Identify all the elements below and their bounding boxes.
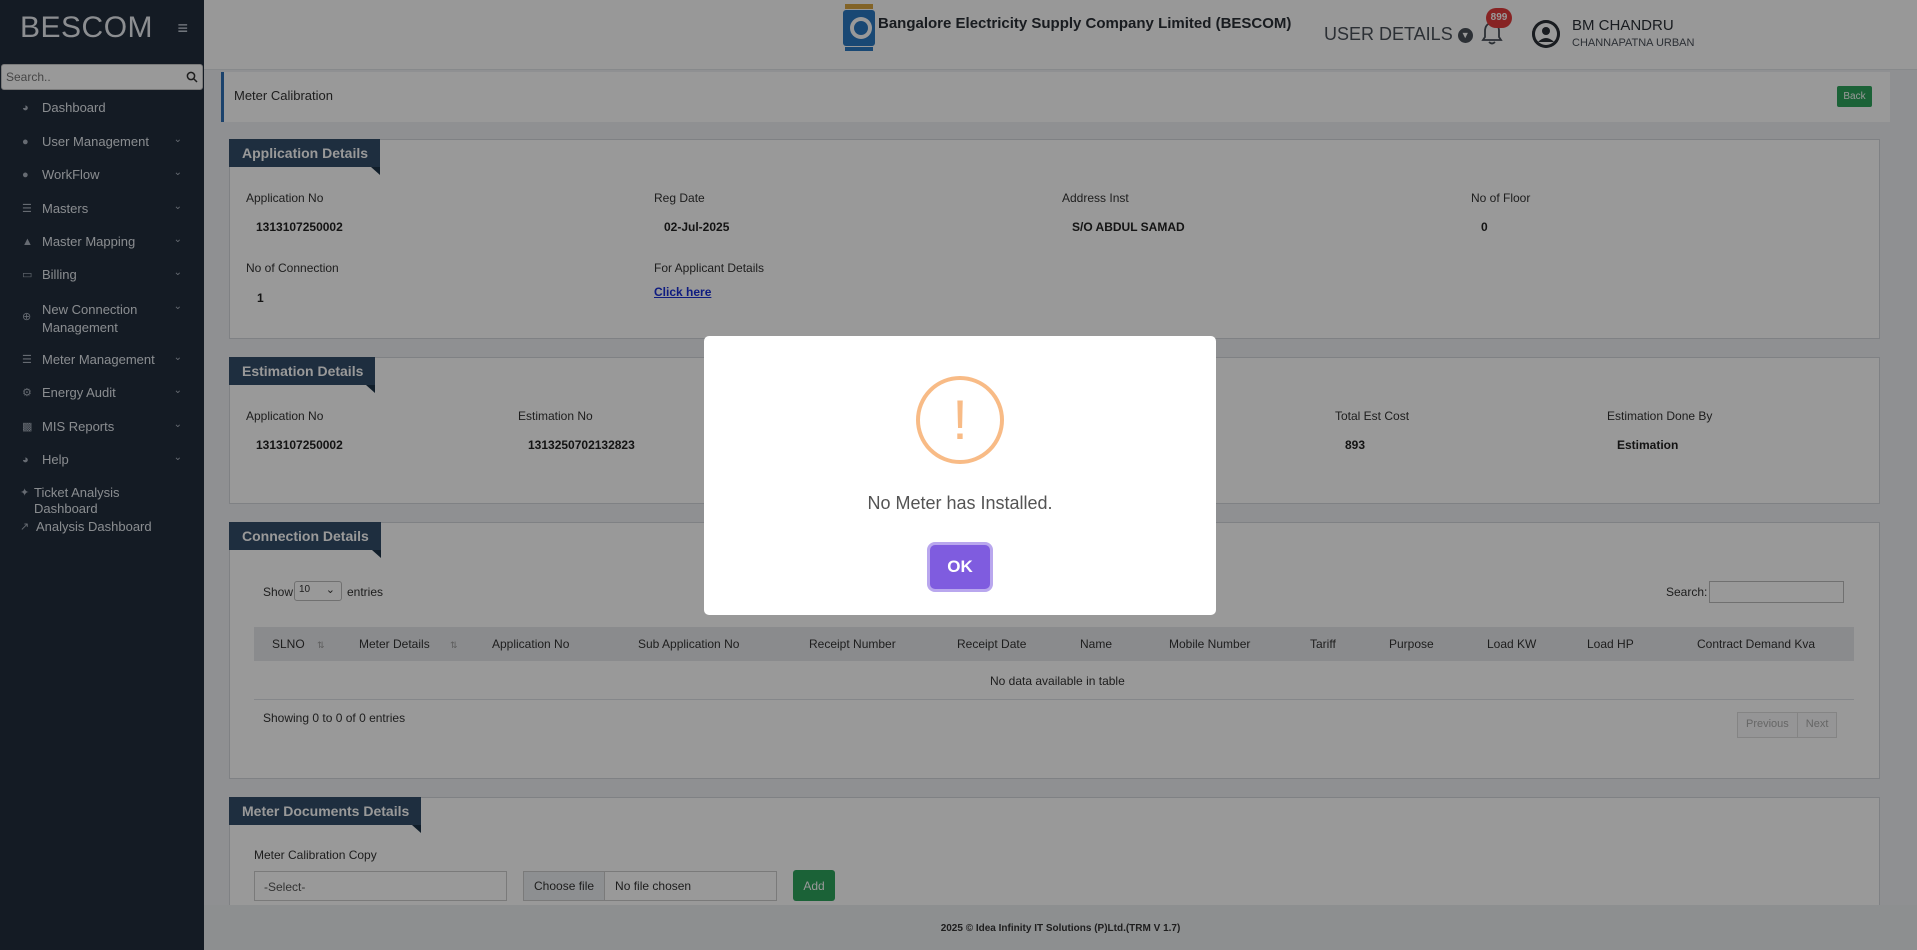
ok-button[interactable]: OK xyxy=(930,545,990,589)
warning-icon: ! xyxy=(916,376,1004,464)
alert-dialog: ! No Meter has Installed. OK xyxy=(704,336,1216,615)
alert-message: No Meter has Installed. xyxy=(867,493,1053,513)
